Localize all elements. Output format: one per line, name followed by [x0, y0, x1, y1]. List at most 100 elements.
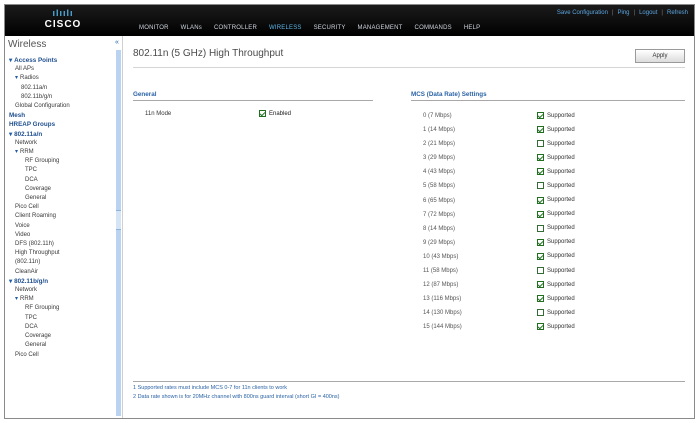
mcs-rate-label: 0 (7 Mbps): [423, 113, 452, 119]
sidebar-item-11[interactable]: RF Grouping: [9, 157, 115, 166]
nav-wlans[interactable]: WLANs: [175, 25, 208, 31]
mcs-supported-checkbox[interactable]: Supported: [537, 112, 575, 119]
checkbox-checked-icon[interactable]: [537, 281, 544, 289]
nav-wireless[interactable]: WIRELESS: [263, 25, 308, 31]
sidebar-item-0[interactable]: ▾ Access Points: [9, 56, 115, 65]
checkbox-checked-icon[interactable]: [537, 196, 544, 204]
refresh-link[interactable]: Refresh: [667, 10, 688, 16]
sidebar-item-2[interactable]: ▾ Radios: [9, 74, 115, 83]
sidebar-item-26[interactable]: ▾ RRM: [9, 295, 115, 304]
sidebar-item-5[interactable]: Global Configuration: [9, 102, 115, 111]
sidebar-item-22[interactable]: (802.11n): [9, 258, 115, 267]
sidebar-item-label: DCA: [25, 176, 38, 183]
mcs-supported-checkbox[interactable]: Supported: [537, 154, 575, 162]
sidebar-scrollbar[interactable]: [116, 50, 121, 416]
sidebar-item-9[interactable]: Network: [9, 139, 115, 148]
checkbox-checked-icon[interactable]: [537, 154, 544, 162]
checkbox-unchecked-icon[interactable]: [537, 182, 544, 190]
checkbox-unchecked-icon[interactable]: [537, 224, 544, 232]
mcs-supported-checkbox[interactable]: Supported: [537, 126, 575, 134]
checkbox-checked-icon[interactable]: [537, 126, 544, 134]
mcs-supported-checkbox[interactable]: Supported: [537, 295, 575, 303]
sidebar-item-15[interactable]: General: [9, 194, 115, 203]
nav-controller[interactable]: CONTROLLER: [208, 25, 263, 31]
checkbox-checked-icon[interactable]: [537, 252, 544, 260]
expand-arrow-icon[interactable]: ▾: [9, 57, 12, 64]
nav-monitor[interactable]: MONITOR: [133, 25, 175, 31]
mcs-supported-checkbox[interactable]: Supported: [537, 309, 575, 317]
sidebar-item-label: TPC: [25, 314, 37, 321]
apply-button[interactable]: Apply: [635, 49, 685, 63]
checkbox-checked-icon[interactable]: [537, 112, 544, 119]
footnote-2[interactable]: 2 Data rate shown is for 20MHz channel w…: [133, 394, 340, 400]
mcs-supported-checkbox[interactable]: Supported: [537, 267, 575, 275]
checkbox-checked-icon[interactable]: [537, 210, 544, 218]
sidebar-item-27[interactable]: RF Grouping: [9, 304, 115, 313]
expand-arrow-icon[interactable]: ▾: [15, 75, 18, 81]
mcs-supported-checkbox[interactable]: Supported: [537, 224, 575, 232]
nav-management[interactable]: MANAGEMENT: [352, 25, 409, 31]
sidebar-item-label: Coverage: [25, 333, 52, 340]
mcs-row: 3 (29 Mbps) Supported: [417, 152, 677, 166]
sidebar-item-7[interactable]: HREAP Groups: [9, 120, 115, 129]
mcs-supported-value: Supported: [547, 154, 575, 161]
sidebar-item-4[interactable]: 802.11b/g/n: [9, 93, 115, 102]
checkbox-checked-icon[interactable]: [537, 238, 544, 246]
mcs-supported-checkbox[interactable]: Supported: [537, 252, 575, 260]
nav-commands[interactable]: COMMANDS: [409, 25, 458, 31]
mcs-supported-checkbox[interactable]: Supported: [537, 182, 575, 190]
mcs-supported-checkbox[interactable]: Supported: [537, 210, 575, 218]
mcs-supported-checkbox[interactable]: Supported: [537, 168, 575, 176]
divider: [411, 100, 685, 101]
sidebar-item-21[interactable]: High Throughput: [9, 249, 115, 258]
sidebar-item-28[interactable]: TPC: [9, 314, 115, 323]
sidebar-item-13[interactable]: DCA: [9, 176, 115, 185]
sidebar-item-1[interactable]: All APs: [9, 65, 115, 74]
expand-arrow-icon[interactable]: ▾: [15, 296, 18, 302]
sidebar-item-24[interactable]: ▾ 802.11b/g/n: [9, 277, 115, 286]
mcs-supported-checkbox[interactable]: Supported: [537, 140, 575, 148]
checkbox-checked-icon[interactable]: [537, 323, 544, 331]
checkbox-checked-icon[interactable]: [537, 295, 544, 303]
sidebar-item-30[interactable]: Coverage: [9, 332, 115, 341]
sidebar-item-14[interactable]: Coverage: [9, 185, 115, 194]
sidebar-item-3[interactable]: 802.11a/n: [9, 84, 115, 93]
mcs-row: 13 (116 Mbps) Supported: [417, 293, 677, 307]
sidebar-item-8[interactable]: ▾ 802.11a/n: [9, 130, 115, 139]
checkbox-checked-icon[interactable]: [537, 168, 544, 176]
nav-help[interactable]: HELP: [458, 25, 486, 31]
ping-link[interactable]: Ping: [617, 10, 629, 16]
save-configuration-link[interactable]: Save Configuration: [557, 10, 608, 16]
sidebar-item-32[interactable]: Pico Cell: [9, 351, 115, 360]
sidebar-item-16[interactable]: Pico Cell: [9, 203, 115, 212]
sidebar-item-17[interactable]: Client Roaming: [9, 212, 115, 221]
collapse-icon[interactable]: «: [113, 39, 121, 47]
sidebar-item-29[interactable]: DCA: [9, 323, 115, 332]
expand-arrow-icon[interactable]: ▾: [15, 149, 18, 155]
sidebar-item-25[interactable]: Network: [9, 286, 115, 295]
mcs-supported-checkbox[interactable]: Supported: [537, 281, 575, 289]
sidebar-item-12[interactable]: TPC: [9, 166, 115, 175]
expand-arrow-icon[interactable]: ▾: [9, 131, 12, 138]
checkbox-unchecked-icon[interactable]: [537, 309, 544, 317]
11n-mode-checkbox[interactable]: Enabled: [259, 110, 291, 117]
footnote-1[interactable]: 1 Supported rates must include MCS 0-7 f…: [133, 385, 287, 391]
sidebar-item-18[interactable]: Voice: [9, 222, 115, 231]
sidebar-item-10[interactable]: ▾ RRM: [9, 148, 115, 157]
mcs-supported-checkbox[interactable]: Supported: [537, 196, 575, 204]
mcs-supported-checkbox[interactable]: Supported: [537, 323, 575, 331]
scrollbar-thumb[interactable]: [116, 210, 121, 230]
checkbox-unchecked-icon[interactable]: [537, 267, 544, 275]
expand-arrow-icon[interactable]: ▾: [9, 278, 12, 285]
sidebar-item-label: (802.11n): [15, 259, 41, 266]
sidebar-item-31[interactable]: General: [9, 341, 115, 350]
logout-link[interactable]: Logout: [639, 10, 657, 16]
sidebar-item-19[interactable]: Video: [9, 231, 115, 240]
nav-security[interactable]: SECURITY: [308, 25, 352, 31]
sidebar-item-23[interactable]: CleanAir: [9, 268, 115, 277]
checkbox-icon[interactable]: [259, 110, 266, 117]
sidebar-item-6[interactable]: Mesh: [9, 111, 115, 120]
checkbox-unchecked-icon[interactable]: [537, 140, 544, 148]
sidebar-item-20[interactable]: DFS (802.11h): [9, 240, 115, 249]
mcs-supported-checkbox[interactable]: Supported: [537, 238, 575, 246]
